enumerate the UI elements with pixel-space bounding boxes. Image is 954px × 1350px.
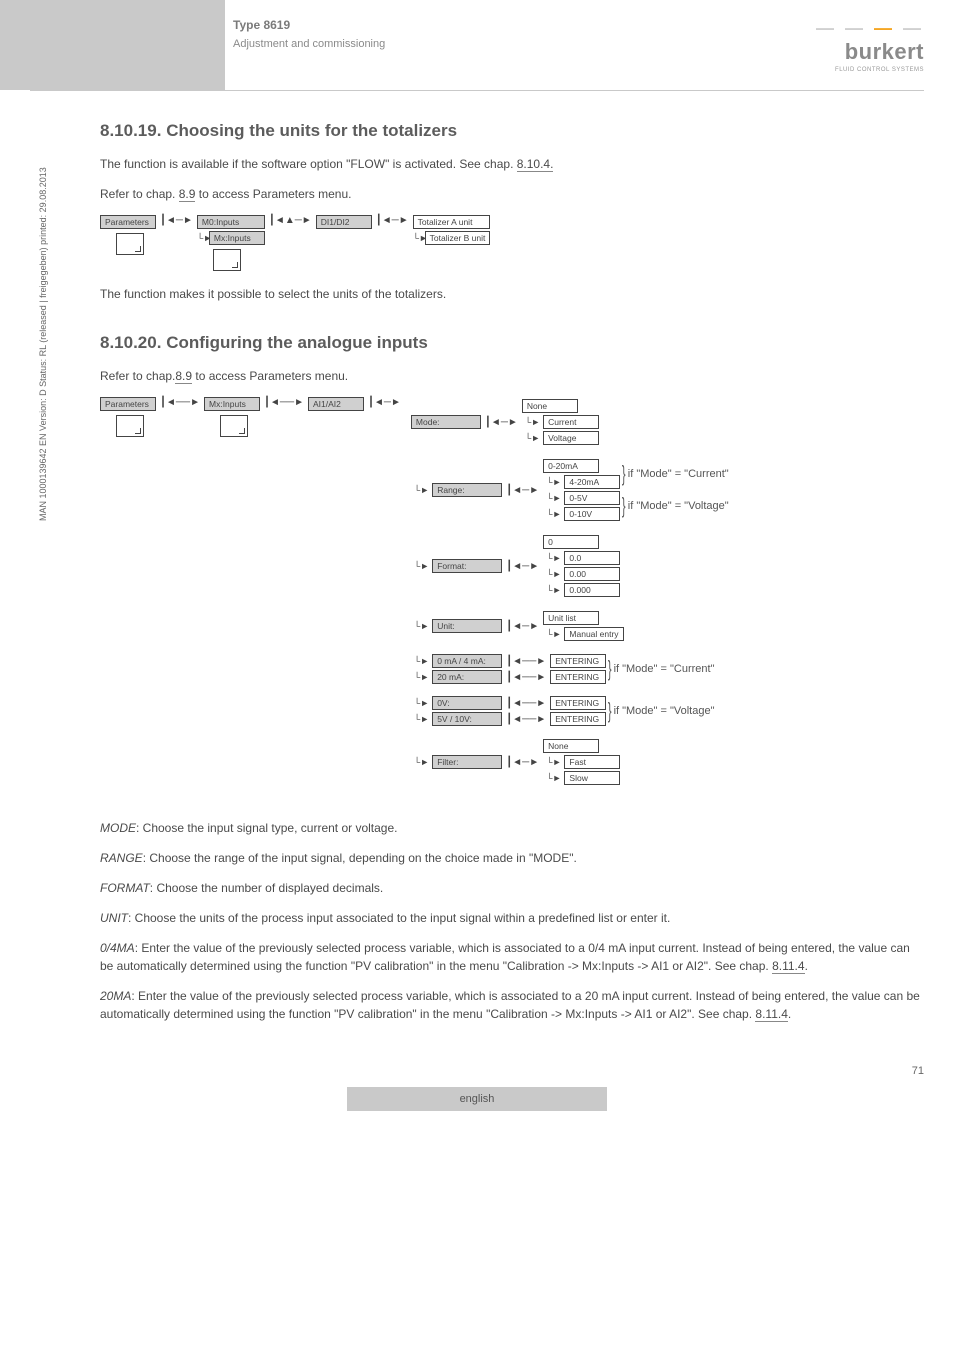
sidebar-meta: MAN 1000139642 EN Version: D Status: RL … <box>38 167 48 521</box>
node-mxinputs: Mx:Inputs <box>209 231 265 245</box>
opt-manual: Manual entry <box>564 627 623 641</box>
logo-name: burkert <box>816 39 924 65</box>
opt-010v: 0-10V <box>564 507 620 521</box>
node-format: Format: <box>432 559 502 573</box>
node-filter: Filter: <box>432 755 502 769</box>
annot-current: if "Mode" = "Current" <box>614 663 715 675</box>
chap-link[interactable]: 8.10.4. <box>517 157 554 172</box>
node-mode: Mode: <box>411 415 481 429</box>
logo-sub: FLUID CONTROL SYSTEMS <box>816 67 924 73</box>
node-di: DI1/DI2 <box>316 215 372 229</box>
paragraph-range: RANGE: Choose the range of the input sig… <box>100 849 924 867</box>
node-5v10v: 5V / 10V: <box>432 712 502 726</box>
paragraph: Refer to chap.8.9 to access Parameters m… <box>100 367 924 385</box>
node-20ma: 20 mA: <box>432 670 502 684</box>
opt-000: 0.00 <box>564 567 620 581</box>
opt-fast: Fast <box>564 755 620 769</box>
paragraph-format: FORMAT: Choose the number of displayed d… <box>100 879 924 897</box>
language-bar: english <box>347 1087 607 1111</box>
paragraph: The function is available if the softwar… <box>100 155 924 173</box>
chap-link[interactable]: 8.11.4 <box>772 959 804 974</box>
opt-020ma: 0-20mA <box>543 459 599 473</box>
opt-0: 0 <box>543 535 599 549</box>
header-band: Type 8619 Adjustment and commissioning —… <box>0 0 954 90</box>
diagram-analogue: Parameters ┃◄──► Mx:Inputs ┃◄──► AI1/AI2… <box>100 397 924 787</box>
node-parameters: Parameters <box>100 215 156 229</box>
section-heading-analogue: 8.10.20. Configuring the analogue inputs <box>100 333 924 353</box>
opt-current: Current <box>543 415 599 429</box>
opt-unitlist: Unit list <box>543 611 599 625</box>
brand-logo: — — — — burkert FLUID CONTROL SYSTEMS <box>816 18 924 73</box>
type-label: Type 8619 <box>233 18 385 32</box>
type-sub: Adjustment and commissioning <box>233 38 385 50</box>
paragraph-mode: MODE: Choose the input signal type, curr… <box>100 819 924 837</box>
opt-none: None <box>522 399 578 413</box>
node-range: Range: <box>432 483 502 497</box>
annot-current: if "Mode" = "Current" <box>628 468 729 480</box>
paragraph-04ma: 0/4MA: Enter the value of the previously… <box>100 939 924 975</box>
annot-voltage: if "Mode" = "Voltage" <box>628 500 729 512</box>
chap-link[interactable]: 8.9 <box>179 187 196 202</box>
node-ai: AI1/AI2 <box>308 397 364 411</box>
opt-05v: 0-5V <box>564 491 620 505</box>
node-unit: Unit: <box>432 619 502 633</box>
node-totalizer-a: Totalizer A unit <box>413 215 491 229</box>
node-mxinputs: Mx:Inputs <box>204 397 260 411</box>
top-left-gray-block <box>0 0 225 90</box>
page-number: 71 <box>0 1055 954 1087</box>
diagram-totalizer: Parameters ┃◄─► M0:Inputs └►Mx:Inputs ┃◄… <box>100 215 924 271</box>
scroll-box-icon <box>220 415 248 437</box>
entering: ENTERING <box>550 670 606 684</box>
node-totalizer-b: Totalizer B unit <box>425 231 491 245</box>
scroll-box-icon <box>116 415 144 437</box>
node-0ma4ma: 0 mA / 4 mA: <box>432 654 502 668</box>
paragraph-unit: UNIT: Choose the units of the process in… <box>100 909 924 927</box>
opt-00: 0.0 <box>564 551 620 565</box>
chap-link[interactable]: 8.9 <box>175 369 192 384</box>
entering: ENTERING <box>550 712 606 726</box>
annot-voltage: if "Mode" = "Voltage" <box>614 705 715 717</box>
paragraph: The function makes it possible to select… <box>100 285 924 303</box>
node-m0inputs: M0:Inputs <box>197 215 265 229</box>
node-parameters: Parameters <box>100 397 156 411</box>
scroll-box-icon <box>213 249 241 271</box>
opt-420ma: 4-20mA <box>564 475 620 489</box>
opt-voltage: Voltage <box>543 431 599 445</box>
paragraph-20ma: 20MA: Enter the value of the previously … <box>100 987 924 1023</box>
scroll-box-icon <box>116 233 144 255</box>
node-0v: 0V: <box>432 696 502 710</box>
entering: ENTERING <box>550 696 606 710</box>
paragraph: Refer to chap. 8.9 to access Parameters … <box>100 185 924 203</box>
opt-0000: 0.000 <box>564 583 620 597</box>
section-heading-totalizers: 8.10.19. Choosing the units for the tota… <box>100 121 924 141</box>
entering: ENTERING <box>550 654 606 668</box>
opt-slow: Slow <box>564 771 620 785</box>
opt-none: None <box>543 739 599 753</box>
chap-link[interactable]: 8.11.4 <box>755 1007 787 1022</box>
